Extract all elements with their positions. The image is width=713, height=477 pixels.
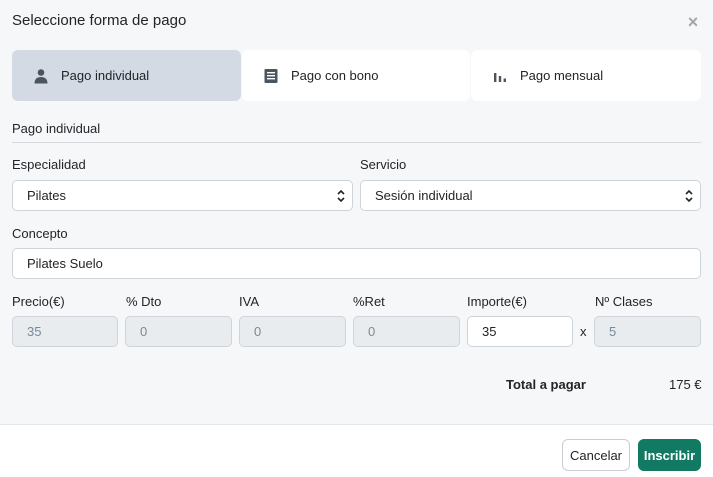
tab-label: Pago individual bbox=[61, 68, 150, 83]
footer-divider bbox=[0, 424, 713, 425]
dto-label: % Dto bbox=[126, 294, 162, 309]
especialidad-label: Especialidad bbox=[12, 157, 86, 172]
select-chevron-icon bbox=[684, 187, 694, 205]
select-chevron-icon bbox=[336, 187, 346, 205]
section-title: Pago individual bbox=[12, 121, 101, 136]
total-value: 175 € bbox=[669, 377, 702, 392]
total-label: Total a pagar bbox=[506, 377, 586, 392]
precio-input: 35 bbox=[12, 316, 118, 347]
servicio-select[interactable]: Sesión individual bbox=[360, 180, 701, 211]
tab-label: Pago mensual bbox=[520, 68, 604, 83]
importe-input[interactable]: 35 bbox=[467, 316, 573, 347]
tab-pago-individual[interactable]: Pago individual bbox=[12, 50, 241, 101]
modal-body: Seleccione forma de pago × Pago individu… bbox=[0, 0, 713, 424]
bar-chart-icon bbox=[491, 67, 509, 85]
iva-label: IVA bbox=[239, 294, 259, 309]
payment-modal: Seleccione forma de pago × Pago individu… bbox=[0, 0, 713, 477]
tab-label: Pago con bono bbox=[291, 68, 379, 83]
servicio-value: Sesión individual bbox=[375, 188, 473, 203]
ret-input: 0 bbox=[353, 316, 460, 347]
precio-label: Precio(€) bbox=[12, 294, 65, 309]
clases-label: Nº Clases bbox=[595, 294, 653, 309]
importe-label: Importe(€) bbox=[467, 294, 527, 309]
tab-pago-mensual[interactable]: Pago mensual bbox=[471, 50, 701, 101]
submit-button[interactable]: Inscribir bbox=[638, 439, 701, 471]
ret-label: %Ret bbox=[353, 294, 385, 309]
cancel-button[interactable]: Cancelar bbox=[562, 439, 630, 471]
dto-input: 0 bbox=[125, 316, 232, 347]
multiply-sign: x bbox=[580, 324, 587, 339]
especialidad-value: Pilates bbox=[27, 188, 67, 203]
modal-title: Seleccione forma de pago bbox=[12, 12, 187, 29]
servicio-label: Servicio bbox=[360, 157, 407, 172]
section-divider bbox=[12, 142, 701, 143]
iva-input: 0 bbox=[239, 316, 346, 347]
voucher-icon bbox=[262, 67, 280, 85]
tab-pago-con-bono[interactable]: Pago con bono bbox=[242, 50, 470, 101]
especialidad-select[interactable]: Pilates bbox=[12, 180, 353, 211]
close-icon[interactable]: × bbox=[685, 13, 701, 31]
person-icon bbox=[32, 67, 50, 85]
concepto-input[interactable]: Pilates Suelo bbox=[12, 248, 701, 279]
clases-input: 5 bbox=[594, 316, 701, 347]
concepto-label: Concepto bbox=[12, 226, 68, 241]
